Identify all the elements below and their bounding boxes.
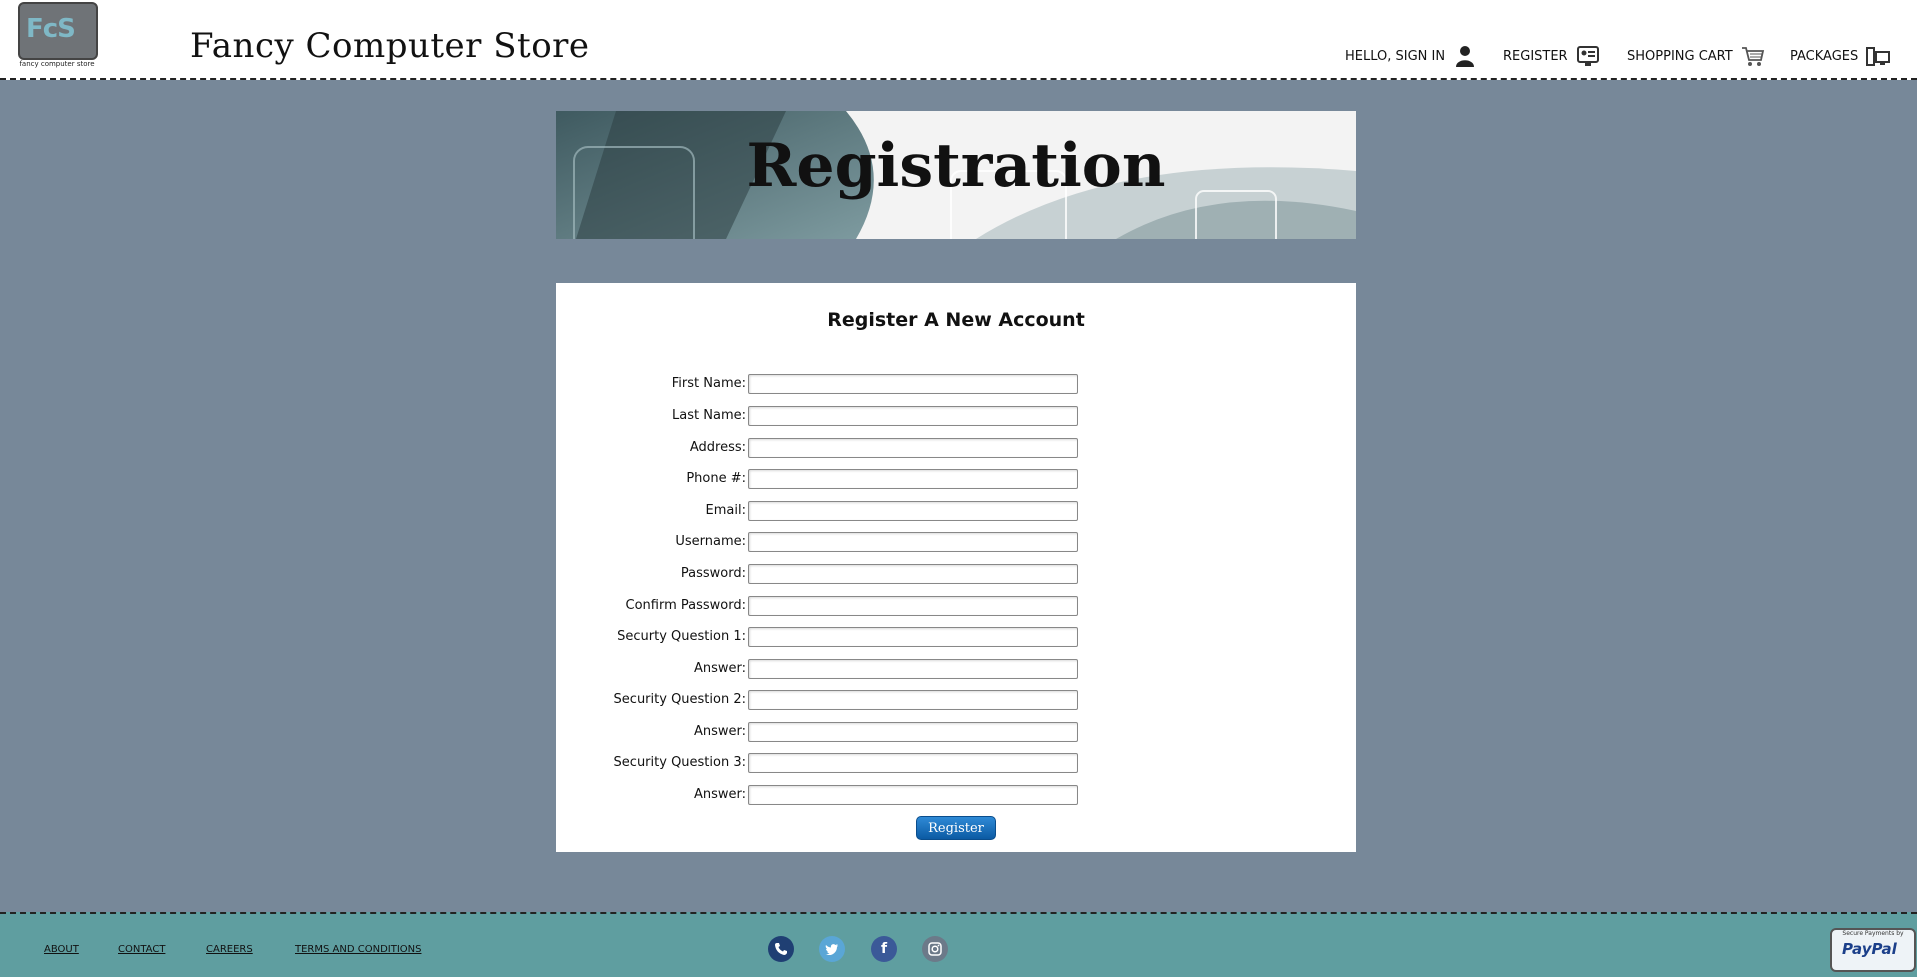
facebook-icon[interactable]: f xyxy=(871,936,897,962)
security-question-1-field[interactable] xyxy=(748,627,1078,647)
answer-1-field[interactable] xyxy=(748,659,1078,679)
facebook-glyph: f xyxy=(880,941,888,957)
security-question-3-label: Security Question 3: xyxy=(613,755,746,770)
footer-link-terms[interactable]: Terms and Conditions xyxy=(295,944,421,955)
form-row-password: Password: xyxy=(556,564,1356,586)
form-row-username: Username: xyxy=(556,532,1356,554)
address-label: Address: xyxy=(689,440,746,455)
nav-sign-in[interactable]: Hello, Sign In xyxy=(1345,44,1477,68)
form-row-answer-2: Answer: xyxy=(556,722,1356,744)
email-label: Email: xyxy=(705,503,746,518)
computer-package-icon xyxy=(1866,47,1891,66)
answer-2-label: Answer: xyxy=(693,724,746,739)
register-card-icon xyxy=(1576,46,1599,66)
paypal-caption: Secure Payments by xyxy=(1842,930,1904,937)
logo-monitor-icon: FcS xyxy=(18,2,98,60)
registration-banner: Registration xyxy=(556,111,1356,239)
security-question-2-label: Security Question 2: xyxy=(613,692,746,707)
nav-register-label: Register xyxy=(1503,48,1568,64)
registration-form: Register A New Account First Name: Last … xyxy=(556,283,1356,852)
nav-packages[interactable]: Packages xyxy=(1790,44,1891,68)
security-question-1-label: Securty Question 1: xyxy=(617,629,746,644)
register-button[interactable]: Register xyxy=(916,816,996,840)
answer-1-label: Answer: xyxy=(693,661,746,676)
nav-shopping-cart[interactable]: Shopping Cart xyxy=(1627,44,1765,68)
password-label: Password: xyxy=(680,566,746,581)
nav-packages-label: Packages xyxy=(1790,48,1859,64)
form-row-security-question-2: Security Question 2: xyxy=(556,690,1356,712)
twitter-icon[interactable] xyxy=(819,936,845,962)
username-label: Username: xyxy=(675,534,746,549)
form-row-email: Email: xyxy=(556,501,1356,523)
security-question-2-field[interactable] xyxy=(748,690,1078,710)
shopping-cart-icon xyxy=(1741,47,1764,66)
answer-3-label: Answer: xyxy=(693,787,746,802)
nav-sign-in-label: Hello, Sign In xyxy=(1345,48,1446,64)
site-header: FcS fancy computer store Fancy Computer … xyxy=(0,0,1917,80)
nav-register[interactable]: Register xyxy=(1503,44,1600,68)
logo-letters: FcS xyxy=(26,14,76,44)
address-field[interactable] xyxy=(748,438,1078,458)
banner-title: Registration xyxy=(746,131,1166,201)
username-field[interactable] xyxy=(748,532,1078,552)
store-logo[interactable]: FcS fancy computer store xyxy=(18,2,98,72)
security-question-3-field[interactable] xyxy=(748,753,1078,773)
footer-link-contact[interactable]: Contact xyxy=(118,944,165,955)
form-row-answer-3: Answer: xyxy=(556,785,1356,807)
form-row-first-name: First Name: xyxy=(556,374,1356,396)
phone-icon[interactable] xyxy=(768,936,794,962)
store-title[interactable]: Fancy Computer Store xyxy=(190,26,590,66)
form-row-last-name: Last Name: xyxy=(556,406,1356,428)
last-name-label: Last Name: xyxy=(672,408,746,423)
phone-field[interactable] xyxy=(748,469,1078,489)
answer-3-field[interactable] xyxy=(748,785,1078,805)
password-field[interactable] xyxy=(748,564,1078,584)
form-row-security-question-1: Securty Question 1: xyxy=(556,627,1356,649)
footer-link-about[interactable]: About xyxy=(44,944,79,955)
last-name-field[interactable] xyxy=(748,406,1078,426)
first-name-field[interactable] xyxy=(748,374,1078,394)
instagram-icon[interactable] xyxy=(922,936,948,962)
nav-shopping-cart-label: Shopping Cart xyxy=(1627,48,1733,64)
confirm-password-field[interactable] xyxy=(748,596,1078,616)
first-name-label: First Name: xyxy=(671,376,746,391)
footer-link-careers[interactable]: Careers xyxy=(206,944,253,955)
form-row-confirm-password: Confirm Password: xyxy=(556,596,1356,618)
form-row-security-question-3: Security Question 3: xyxy=(556,753,1356,775)
confirm-password-label: Confirm Password: xyxy=(625,598,746,613)
phone-label: Phone #: xyxy=(686,471,746,486)
form-row-phone: Phone #: xyxy=(556,469,1356,491)
logo-caption: fancy computer store xyxy=(19,60,95,68)
user-icon xyxy=(1456,46,1475,67)
form-row-address: Address: xyxy=(556,438,1356,460)
paypal-badge: Secure Payments by PayPal xyxy=(1830,928,1916,972)
answer-2-field[interactable] xyxy=(748,722,1078,742)
form-row-answer-1: Answer: xyxy=(556,659,1356,681)
paypal-logo: PayPal xyxy=(1842,940,1897,958)
form-heading: Register A New Account xyxy=(827,309,1085,331)
site-footer: About Contact Careers Terms and Conditio… xyxy=(0,912,1917,977)
email-field[interactable] xyxy=(748,501,1078,521)
